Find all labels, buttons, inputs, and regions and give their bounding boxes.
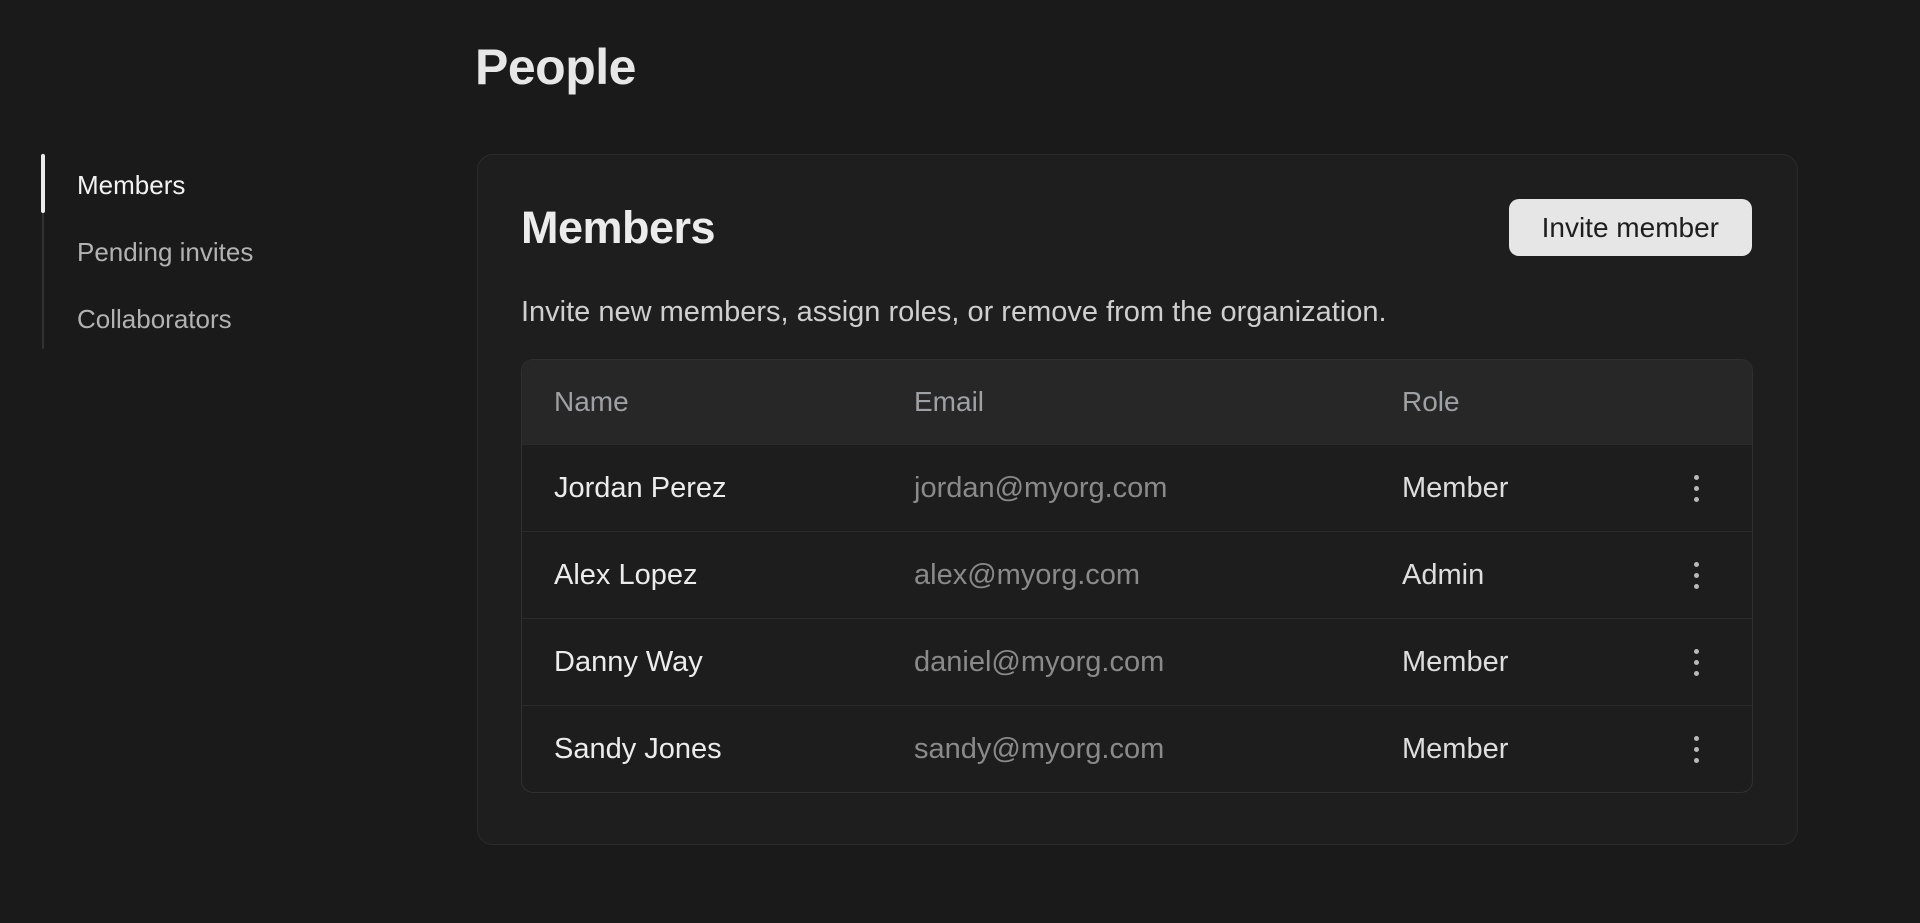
sidebar-item[interactable]: Members (42, 152, 402, 219)
kebab-menu-icon (1694, 736, 1699, 741)
page-title: People (475, 42, 636, 92)
row-actions-button[interactable] (1672, 551, 1720, 599)
members-panel: Members Invite member Invite new members… (477, 154, 1798, 845)
panel-header: Members Invite member (521, 199, 1752, 256)
sidebar-item-label: Pending invites (77, 237, 253, 268)
table-row: Danny Way daniel@myorg.com Member (522, 618, 1752, 705)
column-header-role: Role (1402, 386, 1672, 418)
row-actions-button[interactable] (1672, 464, 1720, 512)
panel-description: Invite new members, assign roles, or rem… (521, 295, 1752, 329)
column-header-name: Name (554, 386, 914, 418)
row-actions-button[interactable] (1672, 638, 1720, 686)
table-row: Jordan Perez jordan@myorg.com Member (522, 444, 1752, 531)
kebab-menu-icon (1694, 475, 1699, 480)
member-role: Member (1402, 646, 1672, 679)
table-row: Alex Lopez alex@myorg.com Admin (522, 531, 1752, 618)
invite-member-button[interactable]: Invite member (1509, 199, 1752, 256)
member-name: Sandy Jones (554, 733, 914, 766)
member-role: Member (1402, 472, 1672, 505)
member-name: Jordan Perez (554, 472, 914, 505)
member-email: sandy@myorg.com (914, 733, 1402, 766)
member-email: daniel@myorg.com (914, 646, 1402, 679)
settings-sidebar: Members Pending invites Collaborators (42, 152, 402, 353)
kebab-menu-icon (1694, 649, 1699, 654)
sidebar-item-label: Collaborators (77, 304, 232, 335)
member-email: jordan@myorg.com (914, 472, 1402, 505)
sidebar-item[interactable]: Collaborators (42, 286, 402, 353)
sidebar-item[interactable]: Pending invites (42, 219, 402, 286)
member-name: Danny Way (554, 646, 914, 679)
table-row: Sandy Jones sandy@myorg.com Member (522, 705, 1752, 792)
kebab-menu-icon (1694, 562, 1699, 567)
member-role: Admin (1402, 559, 1672, 592)
row-actions-button[interactable] (1672, 725, 1720, 773)
members-table: Name Email Role Jordan Perez jordan@myor… (521, 359, 1753, 793)
member-email: alex@myorg.com (914, 559, 1402, 592)
table-header-row: Name Email Role (522, 360, 1752, 444)
sidebar-item-label: Members (77, 170, 185, 201)
member-role: Member (1402, 733, 1672, 766)
column-header-email: Email (914, 386, 1402, 418)
member-name: Alex Lopez (554, 559, 914, 592)
panel-title: Members (521, 201, 715, 255)
